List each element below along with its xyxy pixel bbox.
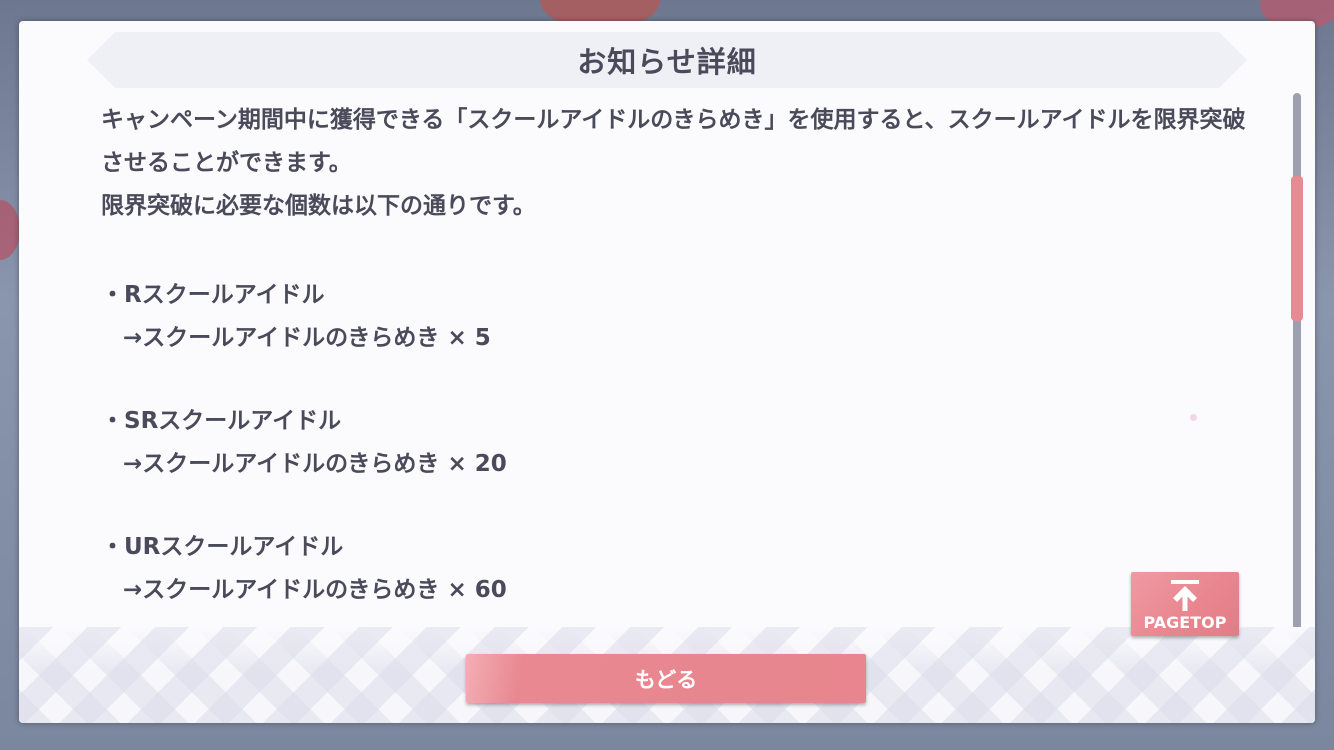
arrow-up-to-top-icon bbox=[1171, 580, 1199, 611]
pagetop-label: PAGETOP bbox=[1143, 613, 1227, 632]
item-cost: →スクールアイドルのきらめき × 5 bbox=[123, 325, 491, 351]
item-name: ・SRスクールアイドル bbox=[101, 408, 342, 434]
notice-paragraph: キャンペーン期間中に獲得できる「スクールアイドルのきらめき」を使用すると、スクー… bbox=[101, 107, 1246, 176]
pagetop-button[interactable]: PAGETOP bbox=[1131, 572, 1239, 636]
back-button[interactable]: もどる bbox=[466, 654, 866, 703]
dialog-title-bar: お知らせ詳細 bbox=[87, 32, 1247, 88]
list-item: ・Rスクールアイドル →スクールアイドルのきらめき × 5 bbox=[101, 274, 1251, 360]
item-cost: →スクールアイドルのきらめき × 60 bbox=[123, 577, 507, 603]
item-name: ・Rスクールアイドル bbox=[101, 282, 325, 308]
list-item: ・URスクールアイドル →スクールアイドルのきらめき × 60 bbox=[101, 526, 1251, 612]
decorative-dot bbox=[1190, 414, 1197, 421]
scrollbar-thumb[interactable] bbox=[1291, 176, 1303, 321]
item-cost: →スクールアイドルのきらめき × 20 bbox=[123, 451, 507, 477]
item-name: ・URスクールアイドル bbox=[101, 534, 344, 560]
list-item: ・SRスクールアイドル →スクールアイドルのきらめき × 20 bbox=[101, 400, 1251, 486]
notice-detail-dialog: お知らせ詳細 キャンペーン期間中に獲得できる「スクールアイドルのきらめき」を使用… bbox=[19, 21, 1315, 723]
background-decoration bbox=[0, 200, 20, 260]
notice-content: キャンペーン期間中に獲得できる「スクールアイドルのきらめき」を使用すると、スクー… bbox=[101, 99, 1251, 612]
scrollbar-track[interactable] bbox=[1293, 93, 1301, 630]
dialog-title: お知らせ詳細 bbox=[577, 45, 757, 79]
notice-paragraph: 限界突破に必要な個数は以下の通りです。 bbox=[101, 193, 536, 219]
